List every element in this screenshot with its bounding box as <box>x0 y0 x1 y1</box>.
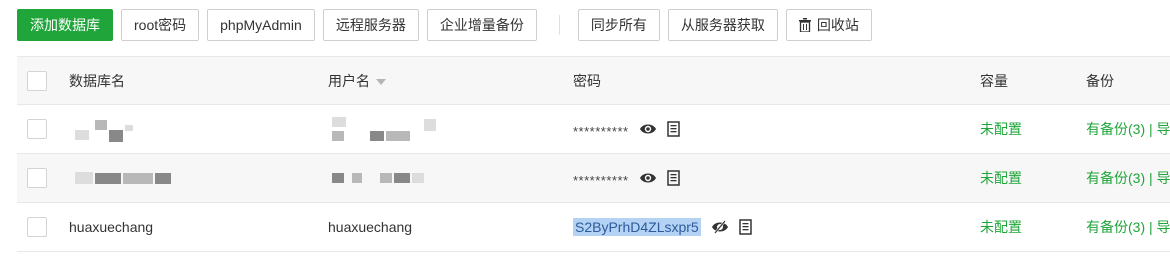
user-name-redacted <box>328 105 508 153</box>
capacity-value[interactable]: 未配置 <box>980 154 1022 202</box>
db-name-redacted <box>69 154 249 202</box>
db-name-redacted <box>69 105 249 153</box>
root-password-button[interactable]: root密码 <box>121 9 200 41</box>
header-user-name-label: 用户名 <box>328 72 370 89</box>
row-checkbox[interactable] <box>27 217 47 237</box>
row-checkbox[interactable] <box>27 168 47 188</box>
toolbar-divider <box>558 15 560 35</box>
table-header: 数据库名 用户名 密码 容量 备份 <box>17 56 1170 105</box>
row-checkbox[interactable] <box>27 119 47 139</box>
add-database-button[interactable]: 添加数据库 <box>17 9 113 41</box>
copy-icon[interactable] <box>666 170 680 186</box>
table-row: ********** 未配置 有备份(3) | 导 <box>17 154 1170 203</box>
backup-link[interactable]: 有备份(3) | 导 <box>1086 105 1170 153</box>
remote-server-button[interactable]: 远程服务器 <box>322 9 419 41</box>
password-cell: ********** <box>573 105 680 153</box>
user-name-redacted <box>328 154 508 202</box>
backup-link[interactable]: 有备份(3) | 导 <box>1086 203 1170 251</box>
header-capacity: 容量 <box>980 72 1008 89</box>
recycle-bin-label: 回收站 <box>816 17 859 33</box>
backup-link[interactable]: 有备份(3) | 导 <box>1086 154 1170 202</box>
phpmyadmin-button[interactable]: phpMyAdmin <box>207 9 315 41</box>
capacity-value[interactable]: 未配置 <box>980 105 1022 153</box>
user-name: huaxuechang <box>328 219 413 235</box>
copy-icon[interactable] <box>666 121 680 137</box>
toolbar: 添加数据库 root密码 phpMyAdmin 远程服务器 企业增量备份 同步所… <box>17 6 880 44</box>
header-backup: 备份 <box>1086 72 1114 89</box>
table-row: ********** 未配置 有备份(3) | 导 <box>17 105 1170 154</box>
eye-icon[interactable] <box>639 172 657 184</box>
eye-slash-icon[interactable] <box>711 220 729 234</box>
password-masked: ********** <box>573 172 629 188</box>
password-cell: ********** <box>573 154 680 202</box>
header-user-name[interactable]: 用户名 <box>328 57 386 104</box>
recycle-bin-button[interactable]: 回收站 <box>785 9 872 41</box>
password-visible[interactable]: S2ByPrhD4ZLsxpr5 <box>573 218 701 236</box>
select-all-checkbox[interactable] <box>27 70 47 91</box>
trash-icon <box>798 18 811 32</box>
eye-icon[interactable] <box>639 123 657 135</box>
fetch-from-server-button[interactable]: 从服务器获取 <box>667 9 778 41</box>
password-masked: ********** <box>573 123 629 139</box>
database-table: 数据库名 用户名 密码 容量 备份 ********** 未配置 有备份(3) … <box>17 56 1170 252</box>
sort-down-icon[interactable] <box>376 78 386 85</box>
sync-all-button[interactable]: 同步所有 <box>577 9 660 41</box>
db-name: huaxuechang <box>69 219 154 235</box>
header-db-name: 数据库名 <box>69 72 125 89</box>
copy-icon[interactable] <box>738 219 752 235</box>
capacity-value[interactable]: 未配置 <box>980 203 1022 251</box>
table-row: huaxuechang huaxuechang S2ByPrhD4ZLsxpr5… <box>17 203 1170 252</box>
header-password: 密码 <box>573 72 601 89</box>
password-cell: S2ByPrhD4ZLsxpr5 <box>573 203 752 251</box>
enterprise-backup-button[interactable]: 企业增量备份 <box>426 9 537 41</box>
